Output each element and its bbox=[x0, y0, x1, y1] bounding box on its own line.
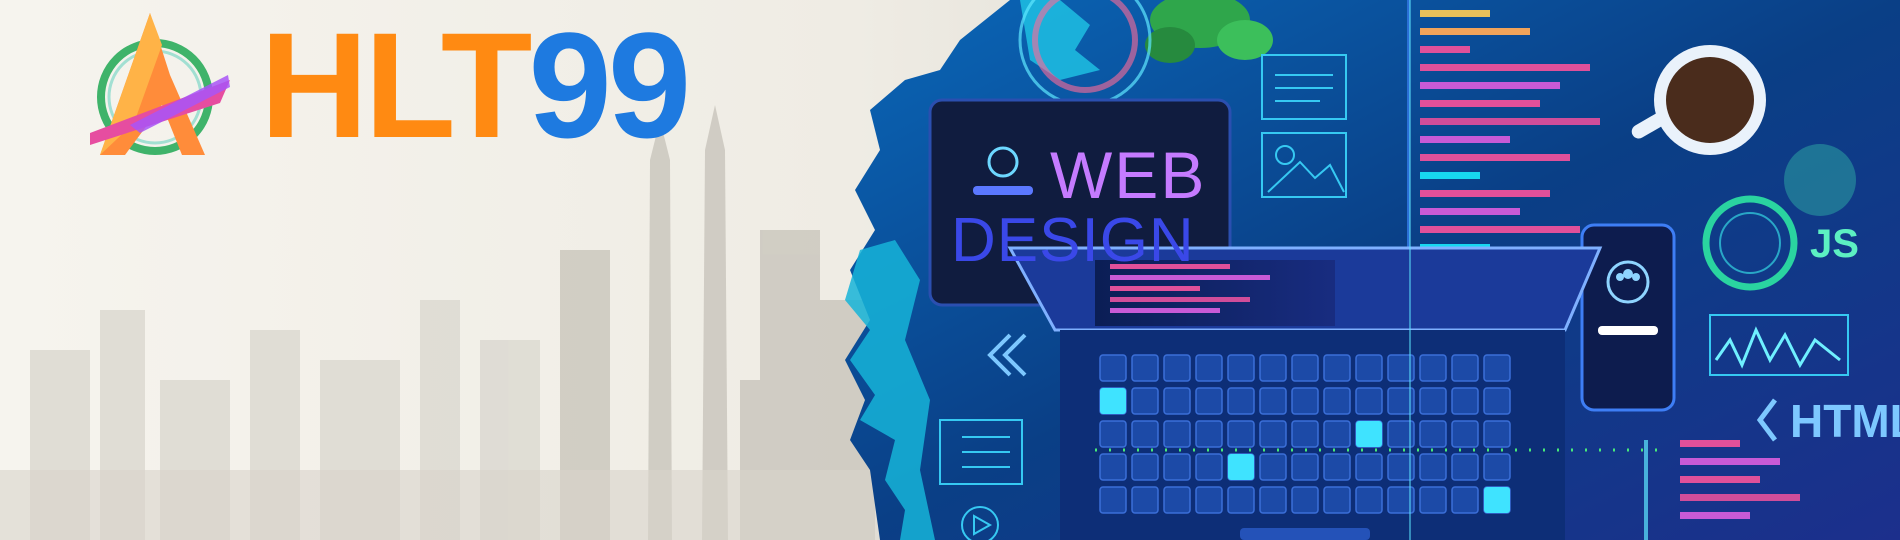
triangle-a-logo bbox=[90, 13, 230, 155]
html-tag: HTML bbox=[1790, 395, 1900, 447]
brand-name-part1: HLT bbox=[260, 1, 532, 169]
brand-name-part2: 99 bbox=[528, 1, 691, 169]
laptop bbox=[1007, 246, 1603, 540]
js-tag: JS bbox=[1810, 222, 1859, 266]
brand-name: HLT99 bbox=[260, 10, 691, 160]
brand-logo[interactable]: HLT99 bbox=[70, 5, 691, 165]
hero-banner: HLT99 WEB DESIGN JS HTML bbox=[0, 0, 1900, 540]
tablet-design-text: DESIGN bbox=[951, 206, 1195, 275]
tablet-web-text: WEB bbox=[1050, 138, 1207, 212]
